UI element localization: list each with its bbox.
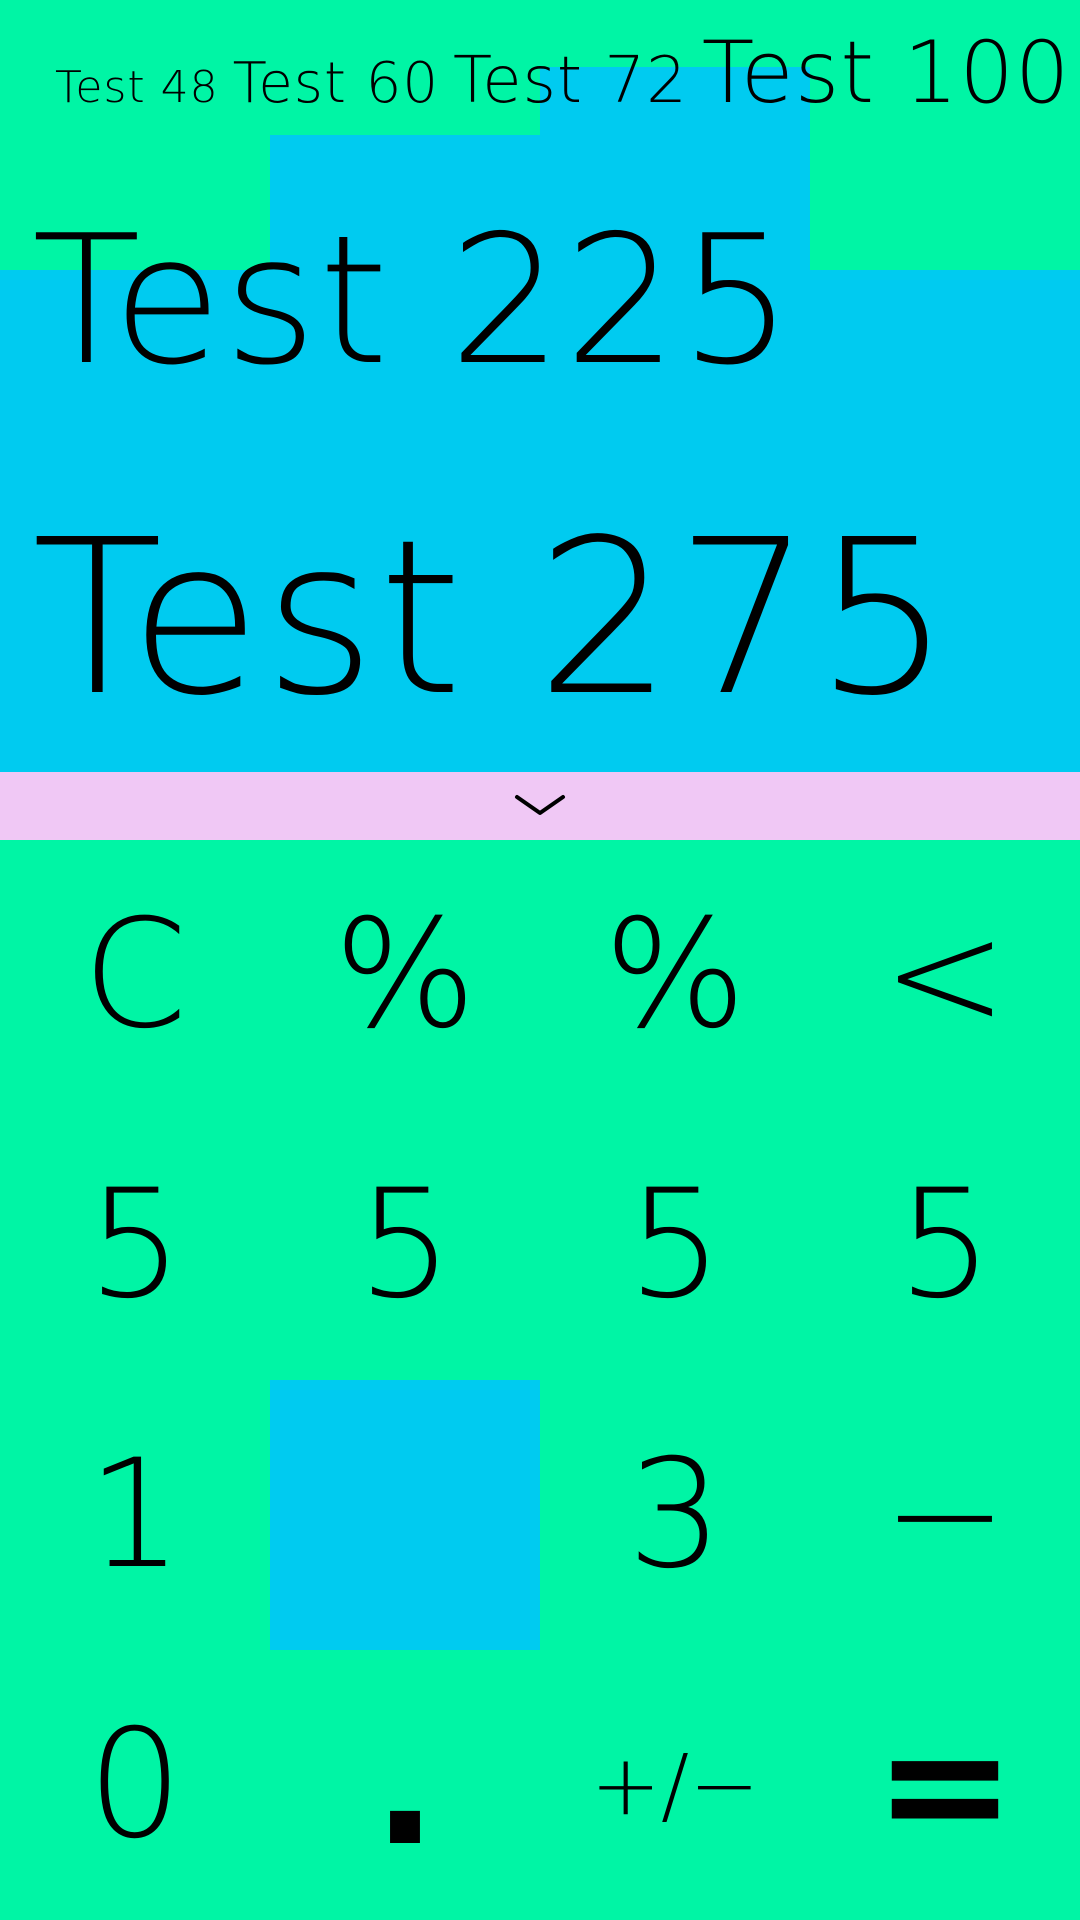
display-line-result: Test 275	[32, 494, 954, 743]
key-minus[interactable]: −	[810, 1380, 1080, 1650]
key-5[interactable]: 5	[810, 1110, 1080, 1380]
sample-text-48: Test 48	[55, 62, 219, 113]
sample-text-60: Test 60	[232, 51, 439, 116]
key-0[interactable]: 0	[0, 1650, 270, 1920]
sample-text-72: Test 72	[452, 44, 688, 118]
font-sample-row: Test 48 Test 60 Test 72 Test 100	[55, 30, 1071, 140]
key-backspace[interactable]: <	[810, 840, 1080, 1110]
key-blank[interactable]	[270, 1380, 540, 1650]
expand-bar[interactable]	[0, 772, 1080, 840]
key-3[interactable]: 3	[540, 1380, 810, 1650]
display-line-primary: Test 225	[32, 197, 795, 404]
key-equals[interactable]: =	[810, 1650, 1080, 1920]
key-5[interactable]: 5	[540, 1110, 810, 1380]
key-decimal[interactable]: .	[270, 1650, 540, 1920]
key-1[interactable]: 1	[0, 1380, 270, 1650]
key-percent-alt[interactable]: %	[540, 840, 810, 1110]
key-5[interactable]: 5	[0, 1110, 270, 1380]
key-percent[interactable]: %	[270, 840, 540, 1110]
key-clear[interactable]: C	[0, 840, 270, 1110]
keypad: C % % < 5 5 5 5 1 3 − 0 . +/− =	[0, 840, 1080, 1920]
chevron-down-icon[interactable]	[514, 793, 566, 819]
key-negate[interactable]: +/−	[540, 1650, 810, 1920]
sample-text-100: Test 100	[701, 23, 1071, 123]
key-5[interactable]: 5	[270, 1110, 540, 1380]
